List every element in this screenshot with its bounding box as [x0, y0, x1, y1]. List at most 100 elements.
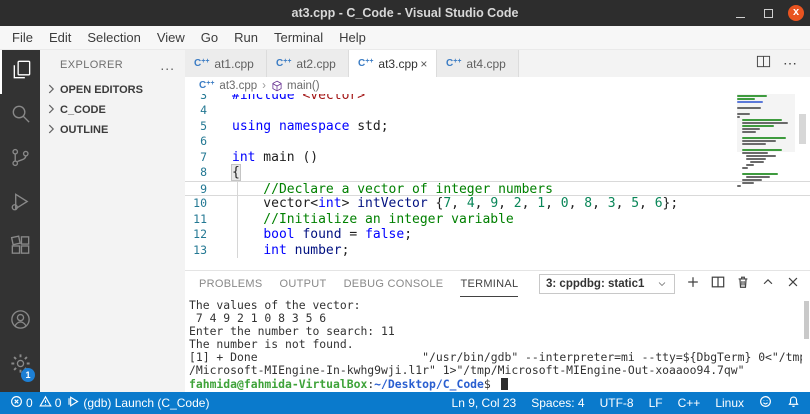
menu-item-selection[interactable]: Selection — [79, 26, 148, 49]
terminal-prompt: fahmida@fahmida-VirtualBox:~/Desktop/C_C… — [189, 377, 802, 391]
tab-at3.cpp[interactable]: C++ at3.cpp × — [349, 50, 437, 77]
code-line-6[interactable]: 6 — [185, 134, 810, 150]
menu-item-file[interactable]: File — [4, 26, 41, 49]
line-number: 4 — [200, 103, 207, 117]
status-debug-launch[interactable]: (gdb) Launch (C_Code) — [67, 395, 209, 411]
more-actions-icon[interactable]: ⋯ — [783, 55, 798, 72]
panel-tab-problems[interactable]: PROBLEMS — [199, 272, 263, 297]
new-terminal-icon[interactable] — [686, 275, 700, 294]
status-errors[interactable]: 0 — [10, 395, 33, 411]
panel-tab-output[interactable]: OUTPUT — [280, 272, 327, 297]
window-controls: x — [732, 0, 804, 26]
indent-guide — [237, 181, 238, 258]
status-encoding[interactable]: UTF-8 — [600, 396, 634, 410]
terminal-output[interactable]: The values of the vector: 7 4 9 2 1 0 8 … — [189, 299, 802, 392]
menu-item-run[interactable]: Run — [226, 26, 266, 49]
activity-run-debug[interactable] — [0, 182, 40, 226]
code-line-8[interactable]: 8 { — [185, 164, 810, 181]
status-feedback[interactable] — [759, 395, 772, 411]
feedback-icon — [759, 395, 772, 411]
extensions-icon — [9, 234, 32, 262]
code-line-9[interactable]: 9 //Declare a vector of integer numbers — [185, 180, 810, 197]
tab-at2.cpp[interactable]: C++ at2.cpp — [267, 50, 349, 77]
status-bar: 0 0 (gdb) Launch (C_Code) Ln 9, Col 23 S… — [0, 392, 810, 414]
panel-tab-debug-console[interactable]: DEBUG CONSOLE — [344, 272, 444, 297]
editor-scrollbar[interactable] — [799, 114, 806, 144]
line-number: 11 — [193, 211, 207, 226]
cpp-file-icon: C++ — [276, 58, 292, 69]
title-bar: at3.cpp - C_Code - Visual Studio Code x — [0, 0, 810, 26]
split-terminal-icon[interactable] — [711, 275, 725, 294]
line-number: 12 — [193, 227, 207, 241]
code-line-7[interactable]: 7 int main () — [185, 150, 810, 166]
menu-item-help[interactable]: Help — [331, 26, 374, 49]
code-line-3[interactable]: 3 #include <vector> — [185, 94, 810, 103]
activity-settings[interactable]: 1 — [0, 344, 40, 388]
editor-column: C++ at1.cpp C++ at2.cpp C++ at3.cpp × C++ at… — [185, 50, 810, 392]
sidebar-more-actions-icon[interactable]: ... — [160, 57, 175, 73]
cpp-file-icon: C++ — [199, 80, 215, 91]
code-line-13[interactable]: 13 int number; — [185, 243, 810, 259]
maximize-panel-icon[interactable] — [761, 275, 775, 294]
line-number: 7 — [200, 149, 207, 164]
breadcrumb-file[interactable]: C++ at3.cpp — [199, 80, 257, 92]
line-number: 10 — [193, 196, 207, 210]
split-editor-icon[interactable] — [756, 54, 771, 74]
sidebar-title: EXPLORER — [60, 59, 124, 71]
explorer-sidebar: EXPLORER ... OPEN EDITORS C_CODE OUTLINE — [40, 50, 185, 392]
menu-item-terminal[interactable]: Terminal — [266, 26, 331, 49]
files-icon — [10, 58, 33, 86]
sidebar-section-outline[interactable]: OUTLINE — [40, 120, 185, 140]
error-icon — [10, 395, 23, 411]
tab-at1.cpp[interactable]: C++ at1.cpp — [185, 50, 267, 77]
bottom-panel: PROBLEMS OUTPUT DEBUG CONSOLE TERMINAL 3: c… — [185, 270, 810, 392]
terminal-select[interactable]: 3: cppdbg: static1 — [539, 274, 675, 294]
activity-account[interactable] — [0, 300, 40, 344]
status-language-mode[interactable]: C++ — [678, 396, 701, 410]
code-line-11[interactable]: 11 //Initialize an integer variable — [185, 212, 810, 228]
tab-at4.cpp[interactable]: C++ at4.cpp — [437, 50, 519, 77]
panel-tab-terminal[interactable]: TERMINAL — [460, 272, 519, 297]
menu-item-view[interactable]: View — [149, 26, 193, 49]
status-platform[interactable]: Linux — [715, 396, 744, 410]
activity-source-control[interactable] — [0, 138, 40, 182]
status-notifications[interactable] — [787, 395, 800, 411]
maximize-button[interactable] — [760, 5, 776, 21]
minimap[interactable] — [737, 95, 795, 188]
code-editor[interactable]: 3 #include <vector> 4 5 using namespace … — [185, 94, 810, 270]
sidebar-section-c-code[interactable]: C_CODE — [40, 100, 185, 120]
account-icon — [9, 308, 32, 336]
activity-explorer[interactable] — [0, 50, 40, 94]
menu-item-edit[interactable]: Edit — [41, 26, 79, 49]
menu-item-go[interactable]: Go — [193, 26, 226, 49]
minimize-button[interactable] — [732, 5, 748, 21]
status-warnings[interactable]: 0 — [38, 395, 61, 411]
activity-extensions[interactable] — [0, 226, 40, 270]
method-symbol-icon — [271, 80, 283, 92]
close-button[interactable]: x — [788, 5, 804, 21]
breadcrumb: C++ at3.cpp › main() — [185, 77, 810, 94]
chevron-down-icon — [658, 282, 666, 287]
close-panel-icon[interactable] — [786, 275, 800, 294]
status-eol[interactable]: LF — [649, 396, 663, 410]
status-indentation[interactable]: Spaces: 4 — [531, 396, 584, 410]
close-tab-icon[interactable]: × — [418, 57, 430, 71]
terminal-scrollbar[interactable] — [804, 301, 809, 339]
line-number: 9 — [200, 181, 207, 196]
line-number: 8 — [200, 165, 207, 179]
menu-bar: File Edit Selection View Go Run Terminal Help — [0, 26, 810, 50]
code-line-4[interactable]: 4 — [185, 103, 810, 119]
kill-terminal-icon[interactable] — [736, 275, 750, 294]
terminal-cursor — [500, 377, 508, 390]
line-number: 13 — [193, 242, 207, 257]
line-number: 3 — [200, 94, 207, 102]
breadcrumb-symbol[interactable]: main() — [271, 80, 320, 92]
code-line-12[interactable]: 12 bool found = false; — [185, 227, 810, 243]
status-cursor-position[interactable]: Ln 9, Col 23 — [452, 396, 517, 410]
sidebar-section-open-editors[interactable]: OPEN EDITORS — [40, 80, 185, 100]
bell-icon — [787, 395, 800, 411]
debug-icon — [9, 190, 32, 218]
code-line-5[interactable]: 5 using namespace std; — [185, 119, 810, 135]
activity-search[interactable] — [0, 94, 40, 138]
code-line-10[interactable]: 10 vector<int> intVector {7, 4, 9, 2, 1,… — [185, 196, 810, 212]
